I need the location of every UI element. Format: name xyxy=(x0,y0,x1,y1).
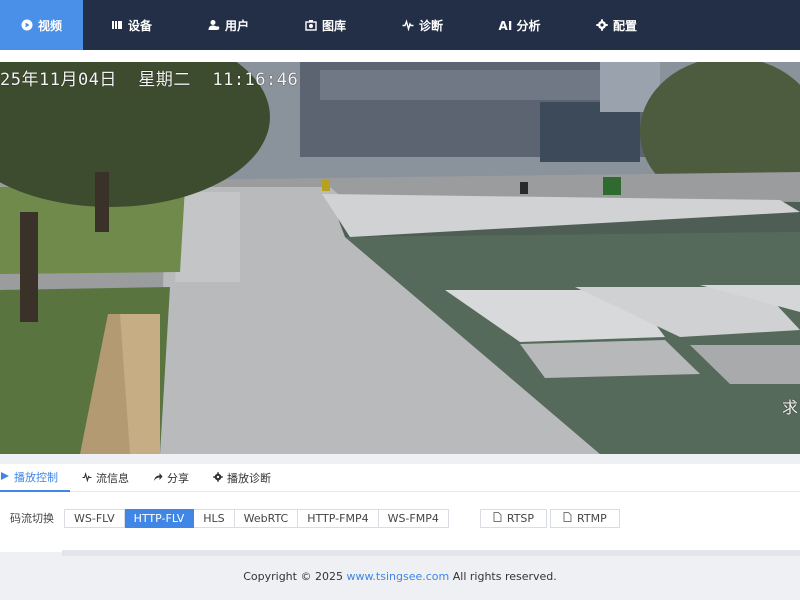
control-panel: 播放控制 流信息 分享 播放诊断 码流切换 WS-FLV HTTP-FLV HL… xyxy=(0,464,800,556)
video-frame xyxy=(0,62,800,454)
video-player[interactable]: 25年11月04日 星期二 11:16:46 求 xyxy=(0,62,800,454)
nav-item-gallery[interactable]: 图库 xyxy=(277,0,374,50)
gear-icon xyxy=(596,19,608,31)
wave-icon xyxy=(82,471,92,485)
top-nav: 视频 设备 用户 图库 诊断 AI 分析 配置 xyxy=(0,0,800,50)
document-icon xyxy=(493,511,502,525)
panel-tabs: 播放控制 流信息 分享 播放诊断 xyxy=(0,464,800,492)
tab-label-play-diagnostics: 播放诊断 xyxy=(227,472,271,485)
tab-label-share: 分享 xyxy=(167,472,189,485)
gallery-icon xyxy=(305,19,317,31)
footer-copyright: Copyright © 2025 xyxy=(243,570,347,583)
nav-label-users: 用户 xyxy=(224,18,249,33)
nav-item-users[interactable]: 用户 xyxy=(180,0,277,50)
nav-label-gallery: 图库 xyxy=(321,18,346,33)
format-ws-fmp4-button[interactable]: WS-FMP4 xyxy=(378,508,449,528)
nav-item-ai-analysis[interactable]: AI 分析 xyxy=(471,0,568,50)
format-hls-button[interactable]: HLS xyxy=(194,508,235,528)
rtsp-copy-label: RTSP xyxy=(506,511,535,525)
nav-item-devices[interactable]: 设备 xyxy=(83,0,180,50)
osd-datetime: 25年11月04日 星期二 11:16:46 xyxy=(0,70,299,90)
rtmp-copy-button[interactable]: RTMP xyxy=(550,508,620,528)
rtsp-copy-button[interactable]: RTSP xyxy=(479,508,548,528)
footer-rights: All rights reserved. xyxy=(449,570,557,583)
nav-label-video: 视频 xyxy=(37,18,62,33)
nav-label-ai-analysis: AI 分析 xyxy=(498,18,541,33)
nav-item-diagnostics[interactable]: 诊断 xyxy=(374,0,471,50)
nav-label-config: 配置 xyxy=(612,18,637,33)
play-control-icon xyxy=(0,471,10,484)
nav-item-video[interactable]: 视频 xyxy=(0,0,83,50)
footer: Copyright © 2025 www.tsingsee.com All ri… xyxy=(0,570,800,583)
nav-spacer xyxy=(0,50,800,62)
format-ws-flv-button[interactable]: WS-FLV xyxy=(64,508,125,528)
rtmp-copy-label: RTMP xyxy=(577,511,607,525)
play-circle-icon xyxy=(21,19,33,31)
footer-link[interactable]: www.tsingsee.com xyxy=(346,570,449,583)
osd-right-text: 求 xyxy=(781,398,798,417)
document-icon xyxy=(563,511,572,525)
tab-play-diagnostics[interactable]: 播放诊断 xyxy=(213,464,283,492)
stream-switch-label: 码流切换 xyxy=(10,512,54,525)
stream-format-group: WS-FLV HTTP-FLV HLS WebRTC HTTP-FMP4 WS-… xyxy=(64,508,449,528)
nav-label-devices: 设备 xyxy=(127,18,152,33)
stream-switch-row: 码流切换 WS-FLV HTTP-FLV HLS WebRTC HTTP-FMP… xyxy=(0,508,620,528)
tab-label-stream-info: 流信息 xyxy=(96,472,129,485)
nav-item-config[interactable]: 配置 xyxy=(568,0,665,50)
device-bars-icon xyxy=(111,19,123,31)
tab-label-play-control: 播放控制 xyxy=(14,471,58,484)
format-http-flv-button[interactable]: HTTP-FLV xyxy=(124,508,195,528)
tab-stream-info[interactable]: 流信息 xyxy=(82,464,141,492)
share-icon xyxy=(153,472,163,485)
nav-label-diagnostics: 诊断 xyxy=(418,18,443,33)
tab-play-control[interactable]: 播放控制 xyxy=(0,464,70,492)
users-icon xyxy=(208,19,220,31)
format-webrtc-button[interactable]: WebRTC xyxy=(234,508,299,528)
format-http-fmp4-button[interactable]: HTTP-FMP4 xyxy=(298,508,379,528)
pulse-icon xyxy=(402,19,414,31)
panel-bottom-bar xyxy=(62,550,800,556)
tab-share[interactable]: 分享 xyxy=(153,464,201,492)
gear-icon xyxy=(213,471,223,485)
